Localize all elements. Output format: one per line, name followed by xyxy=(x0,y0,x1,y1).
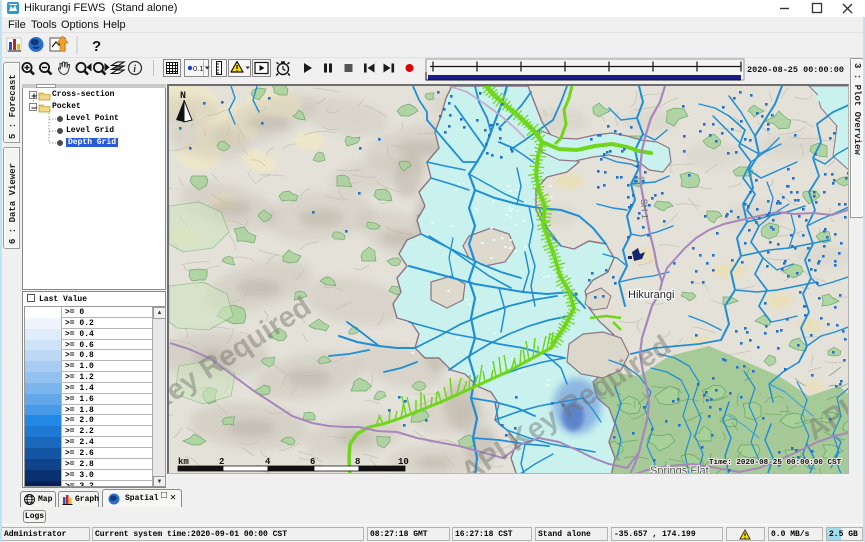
svg-text:?: ? xyxy=(92,38,101,55)
svg-text:SH 1: SH 1 xyxy=(639,199,650,220)
svg-text:2020-08-25 00:00:00 CST: 2020-08-25 00:00:00 CST xyxy=(747,65,848,75)
svg-text:4: 4 xyxy=(265,457,271,467)
svg-text:Springs Flat: Springs Flat xyxy=(650,465,709,474)
svg-text:i: i xyxy=(133,64,136,75)
svg-text:Time: 2020-08-25 00:00:00 CST: Time: 2020-08-25 00:00:00 CST xyxy=(709,459,842,467)
svg-text:6: 6 xyxy=(310,457,315,467)
svg-text:0.1: 0.1 xyxy=(193,64,203,73)
svg-text:N: N xyxy=(180,91,186,102)
svg-text:10: 10 xyxy=(398,457,409,467)
svg-text:Hikurangi: Hikurangi xyxy=(628,289,674,301)
svg-text:8: 8 xyxy=(355,457,360,467)
svg-text:2: 2 xyxy=(219,457,224,467)
svg-text:km: km xyxy=(178,457,189,467)
